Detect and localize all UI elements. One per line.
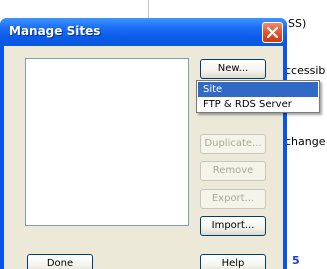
dialog-titlebar[interactable]: Manage Sites	[0, 18, 287, 46]
background-link-5[interactable]: 5	[292, 254, 300, 267]
new-button[interactable]: New...	[200, 59, 266, 79]
duplicate-button[interactable]: Duplicate...	[200, 134, 266, 154]
background-text-accessib: ccessib	[285, 64, 326, 77]
remove-button[interactable]: Remove	[200, 161, 266, 181]
import-button[interactable]: Import...	[200, 216, 266, 236]
new-dropdown-menu: Site FTP & RDS Server	[196, 80, 320, 113]
manage-sites-dialog: Manage Sites New... Duplicate... Remove …	[0, 18, 287, 269]
help-button[interactable]: Help	[200, 254, 266, 269]
menu-item-ftp-rds-server[interactable]: FTP & RDS Server	[198, 97, 318, 112]
sites-list[interactable]	[25, 58, 189, 226]
dialog-title: Manage Sites	[9, 24, 101, 38]
done-button[interactable]: Done	[27, 254, 93, 269]
export-button[interactable]: Export...	[200, 189, 266, 209]
menu-item-site[interactable]: Site	[198, 82, 318, 97]
close-icon	[266, 26, 279, 39]
background-text-change: change	[285, 135, 326, 148]
background-text-ss: SS)	[288, 17, 307, 30]
close-button[interactable]	[262, 22, 283, 43]
